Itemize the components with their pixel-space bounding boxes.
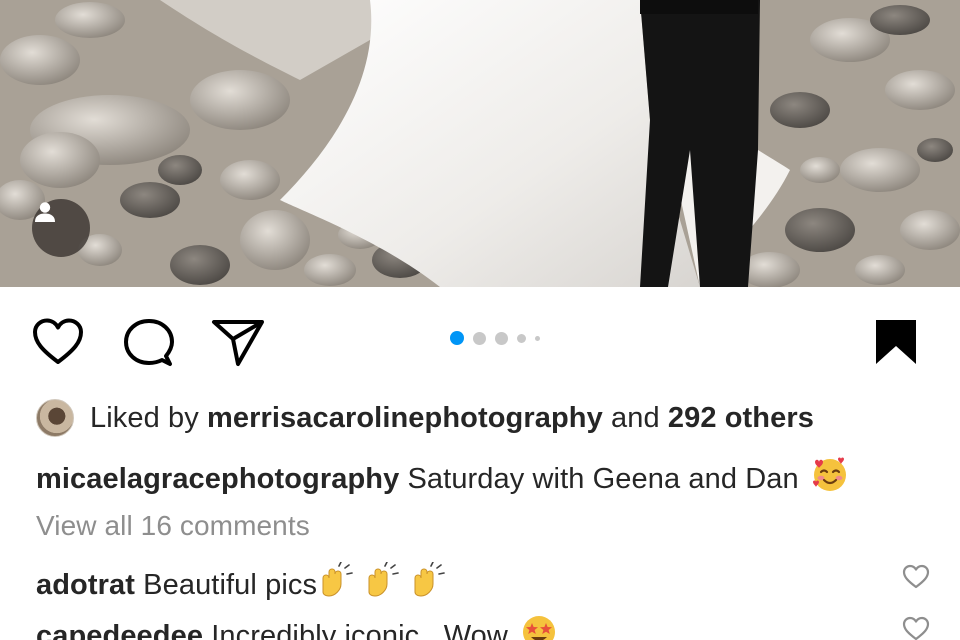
comment-text: Incredibly iconic . Wow <box>211 620 508 640</box>
likes-prefix: Liked by <box>90 401 199 434</box>
smiling-face-with-hearts-icon <box>811 456 849 500</box>
caption-text: Saturday with Geena and Dan <box>407 463 799 495</box>
likes-joiner: and <box>611 401 660 434</box>
post-action-bar <box>0 287 960 397</box>
likes-others-count[interactable]: 292 others <box>668 402 814 435</box>
post-photo[interactable] <box>0 0 960 287</box>
person-icon <box>35 202 55 222</box>
comment-item: adotrat Beautiful pics <box>36 561 449 606</box>
star-struck-icon <box>520 613 558 640</box>
carousel-dot <box>473 331 486 345</box>
carousel-dot-active <box>450 331 464 345</box>
likes-summary[interactable]: Liked by merrisacarolinephotography and … <box>36 399 814 437</box>
clapping-hands-icon <box>317 561 449 606</box>
comment-like-button[interactable] <box>902 616 930 640</box>
comment-like-button[interactable] <box>902 564 930 595</box>
beach-wedding-photo <box>0 0 960 287</box>
heart-outline-icon <box>902 616 930 640</box>
liker-username[interactable]: merrisacarolinephotography <box>207 402 603 435</box>
carousel-indicator <box>450 331 540 345</box>
heart-outline-icon <box>902 564 930 589</box>
paper-plane-icon <box>212 320 264 366</box>
comment-username[interactable]: capedeedee <box>36 620 203 640</box>
carousel-dot <box>517 333 526 343</box>
comment-username[interactable]: adotrat <box>36 569 135 601</box>
comment-item: capedeedee Incredibly iconic . Wow <box>36 613 558 640</box>
like-button[interactable] <box>32 318 84 371</box>
caption-author[interactable]: micaelagracephotography <box>36 463 399 495</box>
comment-button[interactable] <box>122 318 174 373</box>
post-caption: micaelagracephotography Saturday with Ge… <box>36 456 849 500</box>
save-button[interactable] <box>874 318 918 371</box>
carousel-dot <box>495 331 508 345</box>
tagged-people-button[interactable] <box>32 199 90 257</box>
heart-icon <box>33 318 83 364</box>
comment-icon <box>124 319 174 366</box>
comment-text: Beautiful pics <box>143 569 318 601</box>
view-all-comments-link[interactable]: View all 16 comments <box>36 510 310 542</box>
share-button[interactable] <box>211 317 265 372</box>
bookmark-icon <box>876 320 916 364</box>
carousel-dot <box>535 335 540 341</box>
liker-avatar[interactable] <box>36 399 74 437</box>
